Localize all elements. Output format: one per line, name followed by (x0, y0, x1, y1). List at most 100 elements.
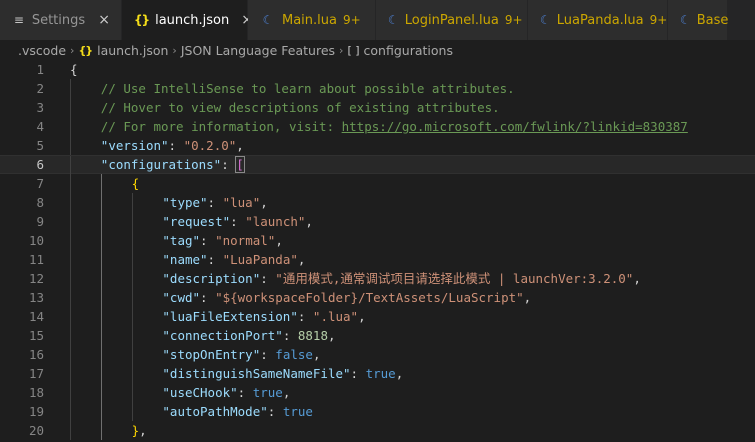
token-str: "launch" (245, 214, 306, 229)
chevron-right-icon: › (172, 43, 177, 57)
token-str: "LuaPanda" (222, 252, 298, 267)
tab-base[interactable]: ☾ Base (668, 0, 728, 40)
code-line[interactable]: 19 "autoPathMode": true (0, 402, 755, 421)
indent-guide (100, 383, 102, 402)
tab-label: Base (696, 12, 729, 28)
code-text: "distinguishSameNameFile": true, (162, 364, 403, 383)
indent-guide (70, 98, 71, 117)
token-punc: , (275, 233, 283, 248)
line-number: 9 (36, 214, 44, 229)
indent-guide (70, 156, 71, 175)
code-line[interactable]: 13 "cwd": "${workspaceFolder}/TextAssets/… (0, 288, 755, 307)
breadcrumb-file[interactable]: launch.json (97, 43, 168, 58)
indent-guide (131, 269, 133, 288)
code-line[interactable]: 16 "stopOnEntry": false, (0, 345, 755, 364)
line-number: 18 (28, 385, 44, 400)
token-link[interactable]: https://go.microsoft.com/fwlink/?linkid=… (342, 119, 688, 134)
tab-label: LuaPanda.lua (556, 12, 644, 28)
token-punc: : (297, 309, 313, 324)
code-line[interactable]: 4 // For more information, visit: https:/… (0, 117, 755, 136)
token-punc: : (221, 157, 237, 172)
token-key: "stopOnEntry" (162, 347, 261, 362)
indent-guide (70, 402, 71, 421)
chevron-right-icon: › (339, 43, 344, 57)
indent-guide (100, 250, 102, 269)
code-line[interactable]: 10 "tag": "normal", (0, 231, 755, 250)
token-punc: , (312, 347, 321, 362)
line-number: 12 (28, 271, 44, 286)
line-number: 15 (28, 328, 44, 343)
code-line[interactable]: 11 "name": "LuaPanda", (0, 250, 755, 269)
tab-settings[interactable]: ≡ Settings × (0, 0, 122, 40)
indent-guide (100, 288, 102, 307)
code-line[interactable]: 20}, (0, 421, 755, 440)
code-line[interactable]: 5 "version": "0.2.0", (0, 136, 755, 155)
token-punc: , (282, 385, 291, 400)
code-line[interactable]: 7{ (0, 174, 755, 193)
code-line[interactable]: 14 "luaFileExtension": ".lua", (0, 307, 755, 326)
token-key: "tag" (162, 233, 201, 248)
token-punc: , (358, 309, 366, 324)
code-text: "luaFileExtension": ".lua", (162, 307, 365, 326)
indent-guide (131, 193, 133, 212)
tab-label: LoginPanel.lua (404, 12, 499, 28)
tab-luapanda-lua[interactable]: ☾ LuaPanda.lua 9+ (528, 0, 668, 40)
indent-guide (70, 364, 71, 383)
indent-guide (70, 212, 71, 231)
code-line[interactable]: 17 "distinguishSameNameFile": true, (0, 364, 755, 383)
code-line[interactable]: 2 // Use IntelliSense to learn about poss… (0, 79, 755, 98)
indent-guide (70, 345, 71, 364)
code-line[interactable]: 1{ (0, 60, 755, 79)
line-number: 5 (36, 138, 44, 153)
code-text: "autoPathMode": true (162, 402, 313, 421)
indent-guide (100, 174, 102, 193)
token-punc: , (236, 138, 244, 153)
breadcrumb-section[interactable]: JSON Language Features (181, 43, 335, 58)
code-line[interactable]: 15 "connectionPort": 8818, (0, 326, 755, 345)
code-line[interactable]: 9 "request": "launch", (0, 212, 755, 231)
token-punc: : (200, 290, 216, 305)
token-key: "cwd" (162, 290, 201, 305)
code-editor[interactable]: 1{2// Use IntelliSense to learn about po… (0, 60, 755, 442)
line-number: 3 (36, 100, 44, 115)
token-str: "0.2.0" (183, 138, 237, 153)
line-number: 2 (36, 81, 44, 96)
code-line[interactable]: 3 // Hover to view descriptions of existi… (0, 98, 755, 117)
token-bool: true (252, 385, 283, 400)
indent-guide (131, 402, 133, 421)
code-line[interactable]: 12 "description": "通用模式,通常调试项目请选择此模式 | la… (0, 269, 755, 288)
token-punc: : (230, 214, 246, 229)
token-str: "通用模式,通常调试项目请选择此模式 | launchVer:3.2.0" (275, 271, 634, 286)
code-line[interactable]: 8 "type": "lua", (0, 193, 755, 212)
indent-guide (100, 364, 102, 383)
token-punc: : (237, 385, 253, 400)
line-number: 10 (28, 233, 44, 248)
problems-badge: 9+ (504, 13, 523, 27)
indent-guide (70, 117, 71, 136)
indent-guide (70, 136, 71, 155)
code-text: "tag": "normal", (162, 231, 282, 250)
code-text: "connectionPort": 8818, (162, 326, 335, 345)
code-line[interactable]: 6 "configurations": [ (0, 155, 755, 175)
token-punc: : (350, 366, 366, 381)
lua-icon: ☾ (388, 13, 399, 27)
breadcrumb-folder[interactable]: .vscode (18, 43, 66, 58)
indent-guide (131, 212, 133, 231)
close-icon[interactable]: × (97, 12, 111, 28)
indent-guide (100, 193, 102, 212)
code-line[interactable]: 18 "useCHook": true, (0, 383, 755, 402)
line-number: 16 (28, 347, 44, 362)
tab-main-lua[interactable]: ☾ Main.lua 9+ (248, 0, 376, 40)
token-punc: { (70, 62, 78, 77)
breadcrumb-symbol[interactable]: configurations (364, 43, 453, 58)
token-key: "distinguishSameNameFile" (162, 366, 351, 381)
indent-guide (70, 288, 71, 307)
tab-loginpanel-lua[interactable]: ☾ LoginPanel.lua 9+ (376, 0, 528, 40)
line-number: 17 (28, 366, 44, 381)
indent-guide (131, 326, 133, 345)
token-key: "name" (162, 252, 208, 267)
line-number: 4 (36, 119, 44, 134)
tab-launch-json[interactable]: {}launch.json× (122, 0, 253, 40)
json-file-icon: {} (78, 43, 93, 57)
code-text: { (70, 60, 78, 79)
